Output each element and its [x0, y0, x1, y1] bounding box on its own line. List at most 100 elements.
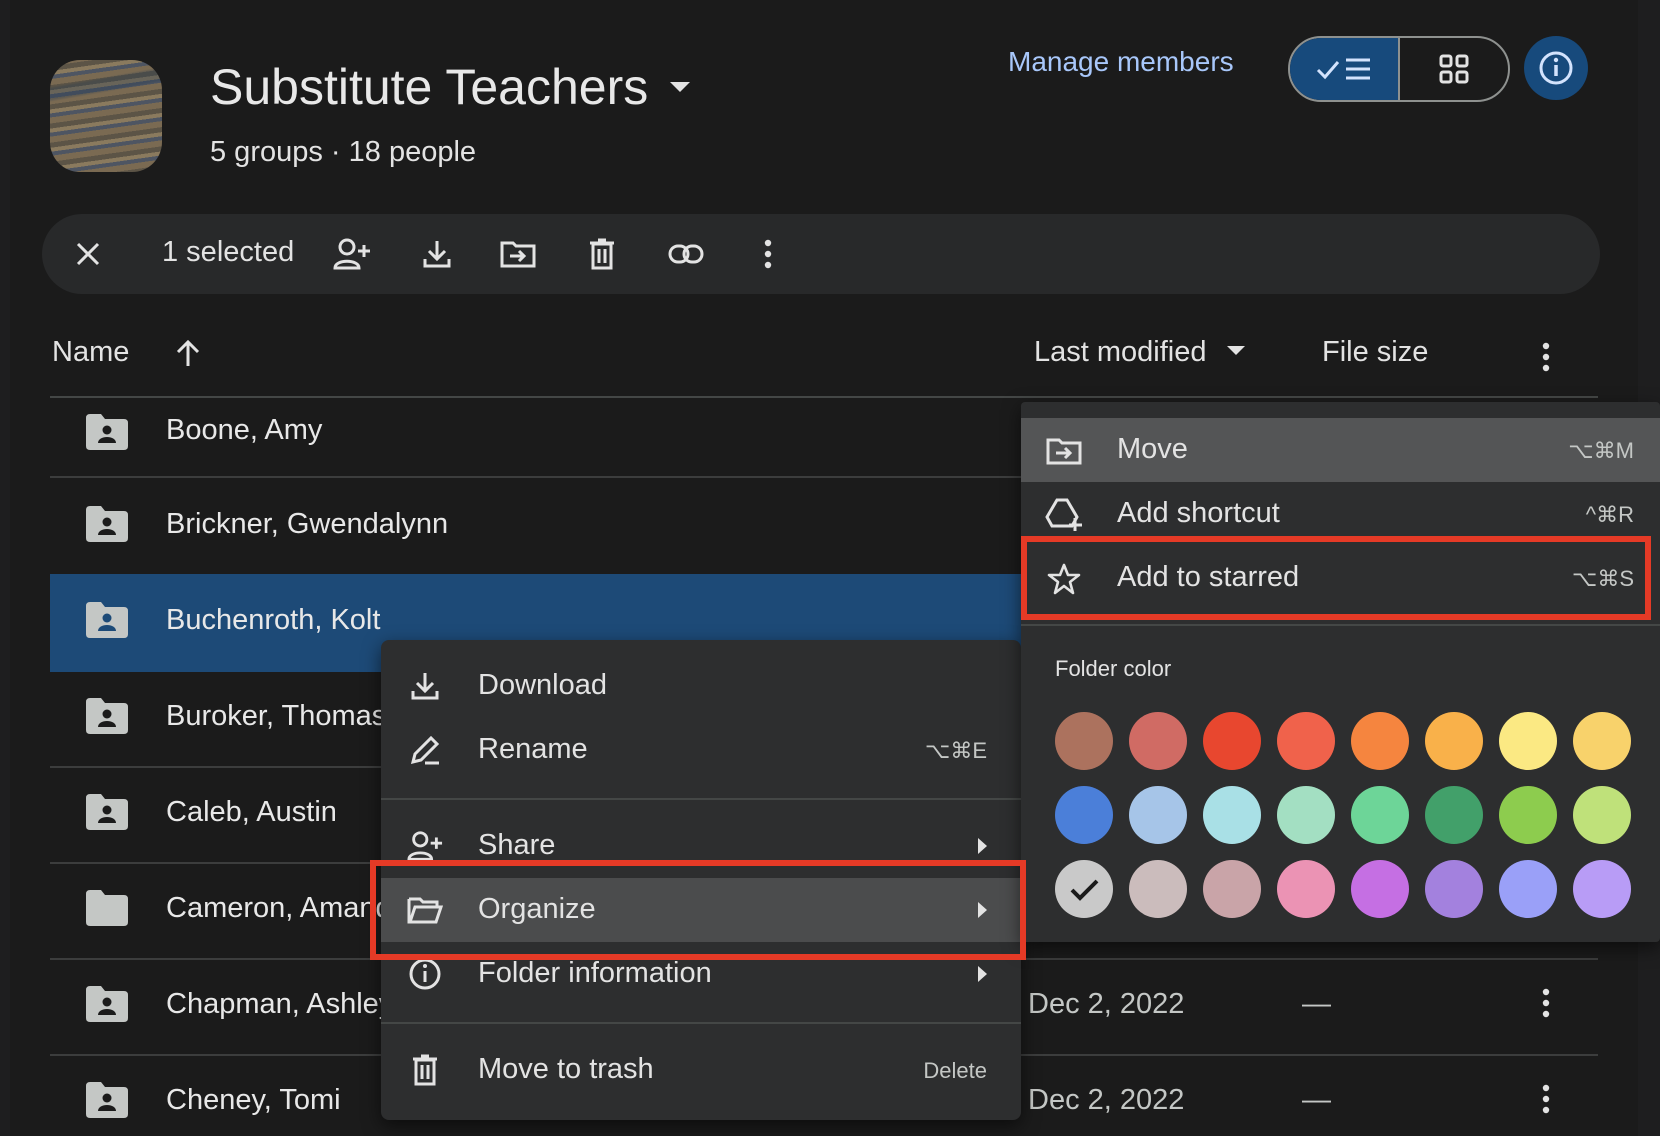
submenu-arrow-icon	[978, 902, 987, 918]
folder-color-swatch[interactable]	[1203, 860, 1261, 918]
folder-color-swatch[interactable]	[1129, 860, 1187, 918]
folder-color-label: Folder color	[1055, 656, 1172, 681]
folder-color-swatch[interactable]	[1499, 712, 1557, 770]
last-modified: Dec 2, 2022	[1028, 988, 1185, 1020]
star-icon	[1045, 560, 1083, 598]
download-button[interactable]	[417, 234, 457, 274]
row-more-button[interactable]	[1542, 1084, 1550, 1119]
file-name: Chapman, Ashley	[166, 988, 394, 1020]
folder-color-swatch[interactable]	[1277, 860, 1335, 918]
column-options-button[interactable]	[1542, 342, 1550, 380]
grid-icon	[1439, 54, 1469, 84]
selection-toolbar: 1 selected	[42, 214, 1600, 294]
folder-color-swatch[interactable]	[1203, 712, 1261, 770]
shared-folder-icon	[86, 1082, 128, 1123]
folder-color-swatch[interactable]	[1351, 786, 1409, 844]
edit-icon	[407, 732, 443, 768]
shortcut-hint: Delete	[923, 1058, 987, 1083]
menu-item-download[interactable]: Download	[381, 654, 1021, 718]
page-title[interactable]: Substitute Teachers	[210, 58, 691, 116]
more-vert-icon	[1542, 1084, 1550, 1114]
folder-color-swatch[interactable]	[1573, 786, 1631, 844]
folder-color-swatch[interactable]	[1425, 860, 1483, 918]
details-button[interactable]	[1524, 36, 1588, 100]
check-icon	[1070, 879, 1099, 901]
menu-item-move-to-trash[interactable]: Move to trash Delete	[381, 1038, 1021, 1102]
move-folder-icon	[500, 241, 536, 268]
add-person-icon	[407, 828, 443, 864]
manage-members-link[interactable]: Manage members	[1008, 46, 1234, 78]
column-last-modified[interactable]: Last modified	[1034, 336, 1245, 369]
list-view-button[interactable]	[1290, 38, 1400, 100]
folder-color-swatch[interactable]	[1277, 786, 1335, 844]
folder-color-swatch[interactable]	[1129, 712, 1187, 770]
menu-item-folder-information[interactable]: Folder information	[381, 942, 1021, 1006]
folder-color-swatch[interactable]	[1203, 786, 1261, 844]
shortcut-hint: ⌥⌘E	[924, 738, 987, 763]
move-button[interactable]	[498, 234, 538, 274]
grid-view-button[interactable]	[1400, 38, 1508, 100]
shared-folder-icon	[86, 986, 128, 1027]
view-toggle	[1288, 36, 1510, 102]
column-name[interactable]: Name	[52, 336, 129, 369]
menu-item-rename[interactable]: Rename ⌥⌘E	[381, 718, 1021, 782]
file-name: Caleb, Austin	[166, 796, 337, 828]
copy-link-button[interactable]	[666, 234, 706, 274]
sort-ascending-button[interactable]	[174, 338, 202, 376]
folder-color-swatch[interactable]	[1351, 712, 1409, 770]
more-vert-icon	[1542, 988, 1550, 1018]
submenu-item-add-shortcut[interactable]: Add shortcut ^⌘R	[1021, 482, 1660, 546]
folder-color-swatch[interactable]	[1055, 786, 1113, 844]
context-menu: Download Rename ⌥⌘E Share Organize Folde…	[381, 640, 1021, 1120]
add-person-icon	[333, 238, 370, 270]
trash-button[interactable]	[582, 234, 622, 274]
folder-color-swatch[interactable]	[1055, 712, 1113, 770]
members-summary: 5 groups · 18 people	[210, 136, 477, 168]
info-icon	[407, 956, 443, 992]
move-folder-icon	[1045, 432, 1083, 470]
file-name: Buchenroth, Kolt	[166, 604, 381, 636]
submenu-item-move[interactable]: Move ⌥⌘M	[1021, 418, 1660, 482]
shared-folder-icon	[86, 698, 128, 739]
folder-color-swatch[interactable]	[1129, 786, 1187, 844]
file-name: Brickner, Gwendalynn	[166, 508, 449, 540]
file-name: Cameron, Amanda	[166, 892, 408, 924]
folder-color-swatch[interactable]	[1499, 786, 1557, 844]
folder-color-swatch[interactable]	[1573, 712, 1631, 770]
shared-folder-icon	[86, 794, 128, 835]
shortcut-hint: ⌥⌘S	[1571, 566, 1634, 591]
download-icon	[423, 241, 451, 268]
submenu-arrow-icon	[978, 966, 987, 982]
file-size: —	[1302, 988, 1331, 1020]
submenu-item-add-to-starred[interactable]: Add to starred ⌥⌘S	[1021, 546, 1660, 610]
folder-color-swatch[interactable]	[1055, 860, 1113, 918]
more-actions-button[interactable]	[748, 234, 788, 274]
menu-divider	[381, 798, 1021, 800]
shared-folder-icon	[86, 414, 128, 455]
folder-color-swatch[interactable]	[1425, 712, 1483, 770]
clear-selection-button[interactable]	[68, 234, 108, 274]
more-vert-icon	[764, 239, 772, 269]
folder-color-swatch[interactable]	[1499, 860, 1557, 918]
menu-item-organize[interactable]: Organize	[381, 878, 1021, 942]
caret-down-icon	[1226, 345, 1245, 355]
last-modified: Dec 2, 2022	[1028, 1084, 1185, 1116]
add-shortcut-icon	[1045, 496, 1083, 534]
folder-color-swatch[interactable]	[1351, 860, 1409, 918]
organize-submenu: Move ⌥⌘M Add shortcut ^⌘R Add to starred…	[1021, 402, 1660, 942]
folder-icon	[86, 890, 128, 931]
column-file-size[interactable]: File size	[1322, 336, 1428, 369]
menu-item-share[interactable]: Share	[381, 814, 1021, 878]
folder-color-swatch[interactable]	[1277, 712, 1335, 770]
info-icon	[1539, 51, 1573, 85]
folder-color-swatch[interactable]	[1425, 786, 1483, 844]
share-button[interactable]	[332, 234, 372, 274]
submenu-arrow-icon	[978, 838, 987, 854]
trash-icon	[407, 1052, 443, 1088]
row-more-button[interactable]	[1542, 988, 1550, 1023]
arrow-up-icon	[176, 339, 200, 366]
close-icon	[76, 242, 100, 266]
selection-count: 1 selected	[162, 236, 295, 268]
folder-color-swatch[interactable]	[1573, 860, 1631, 918]
file-name: Buroker, Thomas	[166, 700, 387, 732]
